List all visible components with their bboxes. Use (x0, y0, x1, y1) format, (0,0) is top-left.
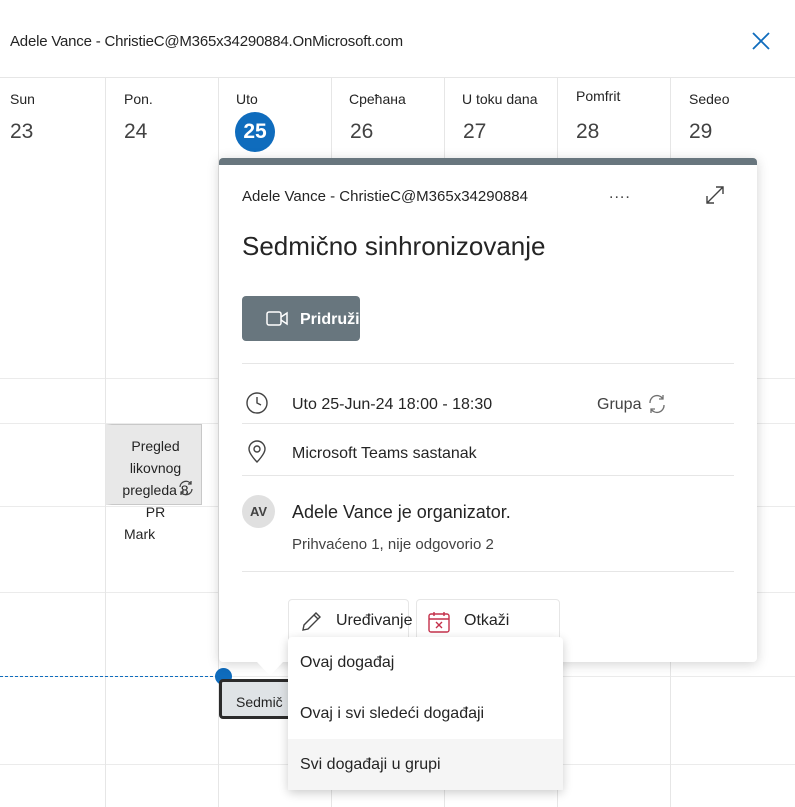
day-number: 27 (463, 120, 487, 143)
cancel-label: Otkaži (464, 612, 510, 629)
video-icon (266, 311, 288, 326)
popup-beak (257, 662, 283, 676)
join-button[interactable]: Pridruži (242, 296, 360, 341)
day-name: U toku dana (462, 91, 538, 107)
day-number: 28 (576, 120, 600, 143)
clock-icon (246, 392, 268, 414)
menu-item-all-in-series[interactable]: Svi događaji u grupi (288, 739, 563, 790)
join-label: Pridruži (300, 311, 360, 328)
day-column-sun[interactable]: Sun 23 (0, 78, 106, 807)
event-datetime: Uto 25-Jun-24 18:00 - 18:30 (292, 396, 493, 413)
today-badge: 25 (235, 112, 275, 152)
avatar: AV (242, 495, 275, 528)
divider (242, 423, 734, 424)
day-name: Срећана (349, 91, 406, 107)
series-label: Grupa (597, 396, 642, 413)
current-time-line (0, 676, 228, 677)
day-number: 23 (10, 120, 34, 143)
day-number: 26 (350, 120, 374, 143)
calendar-owner: Adele Vance - ChristieC@M365x34290884 (242, 188, 528, 205)
calendar-event[interactable]: Pregled likovnog pregleda 8 PR Mark (106, 424, 202, 542)
divider (242, 571, 734, 572)
day-name: Pon. (124, 91, 153, 107)
day-number: 24 (124, 120, 148, 143)
menu-item-this-event[interactable]: Ovaj događaj (288, 637, 563, 688)
event-line: Pregled likovnog (129, 438, 182, 476)
day-name: Pomfrit (576, 88, 621, 104)
edit-options-menu: Ovaj događaj Ovaj i svi sledeći događaji… (288, 637, 563, 790)
window-title: Adele Vance - ChristieC@M365x34290884.On… (10, 33, 403, 50)
event-title: Sedmično sinhronizovanje (242, 231, 546, 261)
event-location: Microsoft Teams sastanak (292, 445, 477, 462)
day-name: Sun (10, 91, 35, 107)
attendee-status[interactable]: Prihvaćeno 1, nije odgovorio 2 (292, 536, 494, 553)
calendar-cancel-icon (428, 612, 450, 633)
location-icon (248, 440, 266, 463)
selected-event-label: Sedmič (236, 694, 283, 710)
pencil-icon (302, 612, 321, 631)
divider (242, 363, 734, 364)
day-name: Sedeo (689, 91, 730, 107)
edit-label: Uređivanje (336, 612, 413, 629)
divider (242, 475, 734, 476)
event-line: Mark (124, 526, 156, 542)
organizer-text: Adele Vance je organizator. (292, 502, 511, 522)
repeat-icon (179, 480, 193, 496)
menu-item-this-and-following[interactable]: Ovaj i svi sledeći događaji (288, 688, 563, 739)
more-options-button[interactable]: .... (609, 185, 631, 203)
expand-icon[interactable] (705, 185, 725, 205)
selected-event[interactable]: Sedmič (219, 679, 299, 719)
recurrence-icon (649, 395, 665, 413)
day-number: 29 (689, 120, 713, 143)
window-header: Adele Vance - ChristieC@M365x34290884.On… (0, 0, 795, 78)
event-details-card: Adele Vance - ChristieC@M365x34290884 ..… (219, 158, 757, 676)
day-name: Uto (236, 91, 258, 107)
close-icon[interactable] (750, 30, 772, 52)
